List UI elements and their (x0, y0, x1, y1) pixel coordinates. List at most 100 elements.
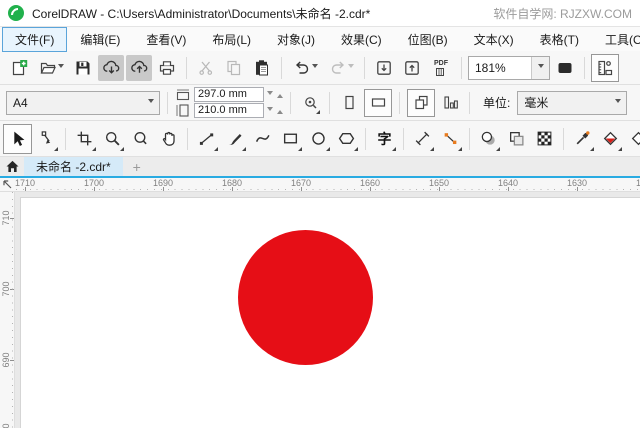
document-tab[interactable]: 未命名 -2.cdr* (24, 157, 123, 176)
cloud-upload-button[interactable] (126, 54, 152, 81)
polygon-tool[interactable] (333, 125, 360, 153)
autofit-page-button[interactable] (298, 90, 322, 116)
chevron-down-icon (142, 92, 159, 114)
page-width-spinner[interactable] (267, 91, 283, 98)
magnifier-tool[interactable] (127, 125, 154, 153)
zoom-level-dropdown-button[interactable] (531, 56, 549, 79)
rectangle-tool[interactable] (277, 125, 304, 153)
dimension-tool[interactable] (409, 125, 436, 153)
landscape-button[interactable] (364, 88, 392, 117)
text-tool[interactable]: 字 (371, 125, 398, 153)
pick-tool[interactable] (3, 123, 32, 154)
publish-pdf-button[interactable]: PDF (427, 55, 455, 81)
redo-button[interactable] (324, 55, 358, 81)
spinner-up-icon (277, 107, 283, 114)
zoom-level-combo[interactable]: 181% (468, 55, 550, 80)
ruler-tick (25, 187, 26, 191)
new-document-button[interactable] (6, 55, 32, 81)
separator (469, 91, 470, 114)
page-size-combo[interactable]: A4 (6, 90, 160, 115)
menu-edit[interactable]: 编辑(E) (67, 27, 133, 52)
menu-view[interactable]: 查看(V) (133, 27, 199, 52)
page-height-field[interactable]: 210.0 mm (194, 103, 264, 118)
menu-bitmaps[interactable]: 位图(B) (395, 27, 461, 52)
cloud-download-button[interactable] (98, 54, 124, 81)
print-button[interactable] (154, 55, 180, 81)
ruler-origin-icon[interactable] (1, 178, 13, 190)
ellipse-tool[interactable] (305, 125, 332, 153)
full-screen-preview-button[interactable] (552, 55, 578, 81)
open-folder-icon (40, 62, 56, 74)
connector-tool[interactable] (437, 125, 464, 153)
menu-layout[interactable]: 布局(L) (199, 27, 264, 52)
color-eyedropper-tool[interactable] (569, 125, 596, 153)
page-width-icon (176, 89, 190, 100)
export-button[interactable] (399, 55, 425, 81)
import-button[interactable] (371, 55, 397, 81)
hand-icon (162, 131, 175, 146)
menu-tools[interactable]: 工具(O) (592, 27, 640, 52)
separator (186, 56, 187, 79)
ruler-tick (439, 187, 440, 191)
new-tab-button[interactable]: + (123, 157, 151, 176)
page-height-spinner[interactable] (267, 107, 283, 114)
red-circle-shape[interactable] (238, 230, 373, 365)
shape-tool[interactable] (33, 125, 60, 153)
property-bar: A4 297.0 mm 210.0 mm 单位: 毫米 (0, 85, 640, 121)
menu-file[interactable]: 文件(F) (2, 26, 68, 52)
paste-button[interactable] (249, 55, 275, 81)
all-pages-button[interactable] (407, 88, 435, 117)
open-button[interactable] (34, 55, 68, 81)
page-dimensions-group: 297.0 mm 210.0 mm (175, 87, 283, 118)
chevron-down-icon (538, 64, 544, 71)
undo-button[interactable] (288, 55, 322, 81)
b-spline-icon (255, 134, 270, 143)
crop-tool[interactable] (71, 125, 98, 153)
ruler-tick (301, 187, 302, 191)
cut-button[interactable] (193, 55, 219, 81)
brush-icon (228, 134, 242, 145)
ellipse-tool-icon (312, 132, 325, 145)
separator (65, 127, 66, 150)
export-icon (405, 60, 419, 75)
page-layout-icon (443, 96, 458, 109)
polygon-tool-icon (338, 133, 355, 144)
menu-table[interactable]: 表格(T) (527, 27, 592, 52)
menu-object[interactable]: 对象(J) (264, 27, 328, 52)
pattern-fill-tool[interactable] (531, 125, 558, 153)
copy-button[interactable] (221, 55, 247, 81)
show-rulers-button[interactable] (591, 53, 619, 82)
separator (364, 56, 365, 79)
zoom-tool-icon (105, 131, 120, 146)
zoom-tool[interactable] (99, 125, 126, 153)
menu-text[interactable]: 文本(X) (461, 27, 527, 52)
artistic-media-tool[interactable] (221, 125, 248, 153)
ruler-tick (10, 218, 14, 219)
document-tab-bar: 未命名 -2.cdr* + (0, 157, 640, 178)
units-combo[interactable]: 毫米 (517, 90, 628, 115)
current-page-layout-button[interactable] (438, 90, 462, 116)
freehand-tool[interactable] (193, 125, 220, 153)
toolbox: 字 (0, 121, 640, 157)
smart-fill-icon (631, 131, 640, 146)
horizontal-ruler-track[interactable]: 1710170016901680167016601650164016301620 (0, 178, 640, 192)
interactive-fill-tool[interactable] (597, 125, 624, 153)
smart-fill-tool[interactable] (625, 125, 640, 153)
transparency-icon (510, 132, 524, 146)
page-width-field[interactable]: 297.0 mm (194, 87, 264, 102)
zoom-level-value: 181% (475, 60, 506, 75)
vertical-ruler-track[interactable]: 710700690680 (0, 192, 15, 428)
redo-icon (331, 60, 344, 74)
drop-shadow-icon (481, 131, 495, 145)
save-button[interactable] (70, 55, 96, 81)
dimension-tool-icon (415, 131, 430, 146)
b-spline-tool[interactable] (249, 125, 276, 153)
transparency-tool[interactable] (503, 125, 530, 153)
drop-shadow-tool[interactable] (475, 125, 502, 153)
welcome-screen-button[interactable] (0, 157, 24, 176)
portrait-button[interactable] (337, 90, 361, 116)
ruler-tick (10, 289, 14, 290)
menu-effects[interactable]: 效果(C) (328, 27, 395, 52)
print-icon (159, 60, 175, 75)
pan-tool[interactable] (155, 125, 182, 153)
